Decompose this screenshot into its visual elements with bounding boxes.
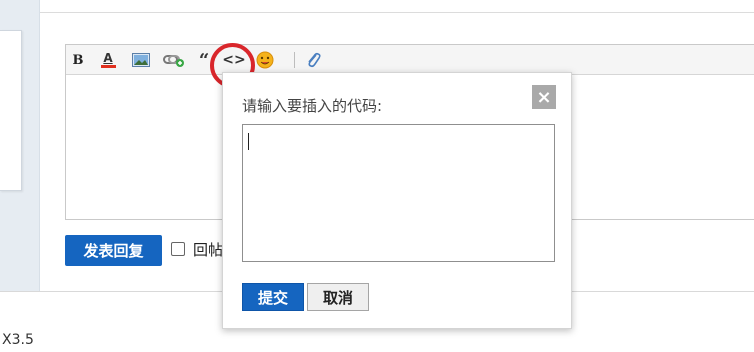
close-icon[interactable]: ×: [532, 85, 556, 109]
dialog-title: 请输入要插入的代码:: [242, 97, 383, 115]
image-icon[interactable]: [132, 50, 150, 70]
reply-checkbox[interactable]: [171, 242, 185, 256]
quote-glyph: “: [198, 49, 210, 71]
reply-checkbox-label: 回帖: [193, 241, 224, 259]
bold-icon[interactable]: B: [72, 50, 84, 70]
cancel-button[interactable]: 取消: [307, 283, 369, 311]
attachment-icon[interactable]: [304, 50, 322, 70]
version-text: X3.5: [2, 332, 34, 348]
post-reply-button[interactable]: 发表回复: [65, 235, 162, 266]
quote-icon[interactable]: “: [198, 49, 210, 71]
font-color-icon[interactable]: A: [100, 50, 116, 70]
font-color-glyph: A: [103, 51, 113, 65]
text-caret: [248, 133, 249, 150]
left-card: [0, 30, 22, 191]
toolbar-separator: [294, 52, 295, 68]
editor-toolbar: B A “ <>: [66, 45, 754, 75]
bold-glyph: B: [72, 52, 84, 68]
close-glyph: ×: [536, 86, 552, 108]
submit-code-button[interactable]: 提交: [242, 283, 304, 311]
smiley-icon[interactable]: [256, 50, 274, 70]
top-divider: [40, 12, 754, 13]
code-input[interactable]: [242, 124, 555, 262]
font-color-bar: [100, 65, 116, 68]
link-icon[interactable]: [163, 50, 185, 70]
insert-code-dialog: 请输入要插入的代码: × 提交 取消: [222, 72, 572, 329]
page: B A “ <> 发表回复 回帖 X3.5 请输入要插入的代码: × 提交 取消: [0, 0, 754, 352]
